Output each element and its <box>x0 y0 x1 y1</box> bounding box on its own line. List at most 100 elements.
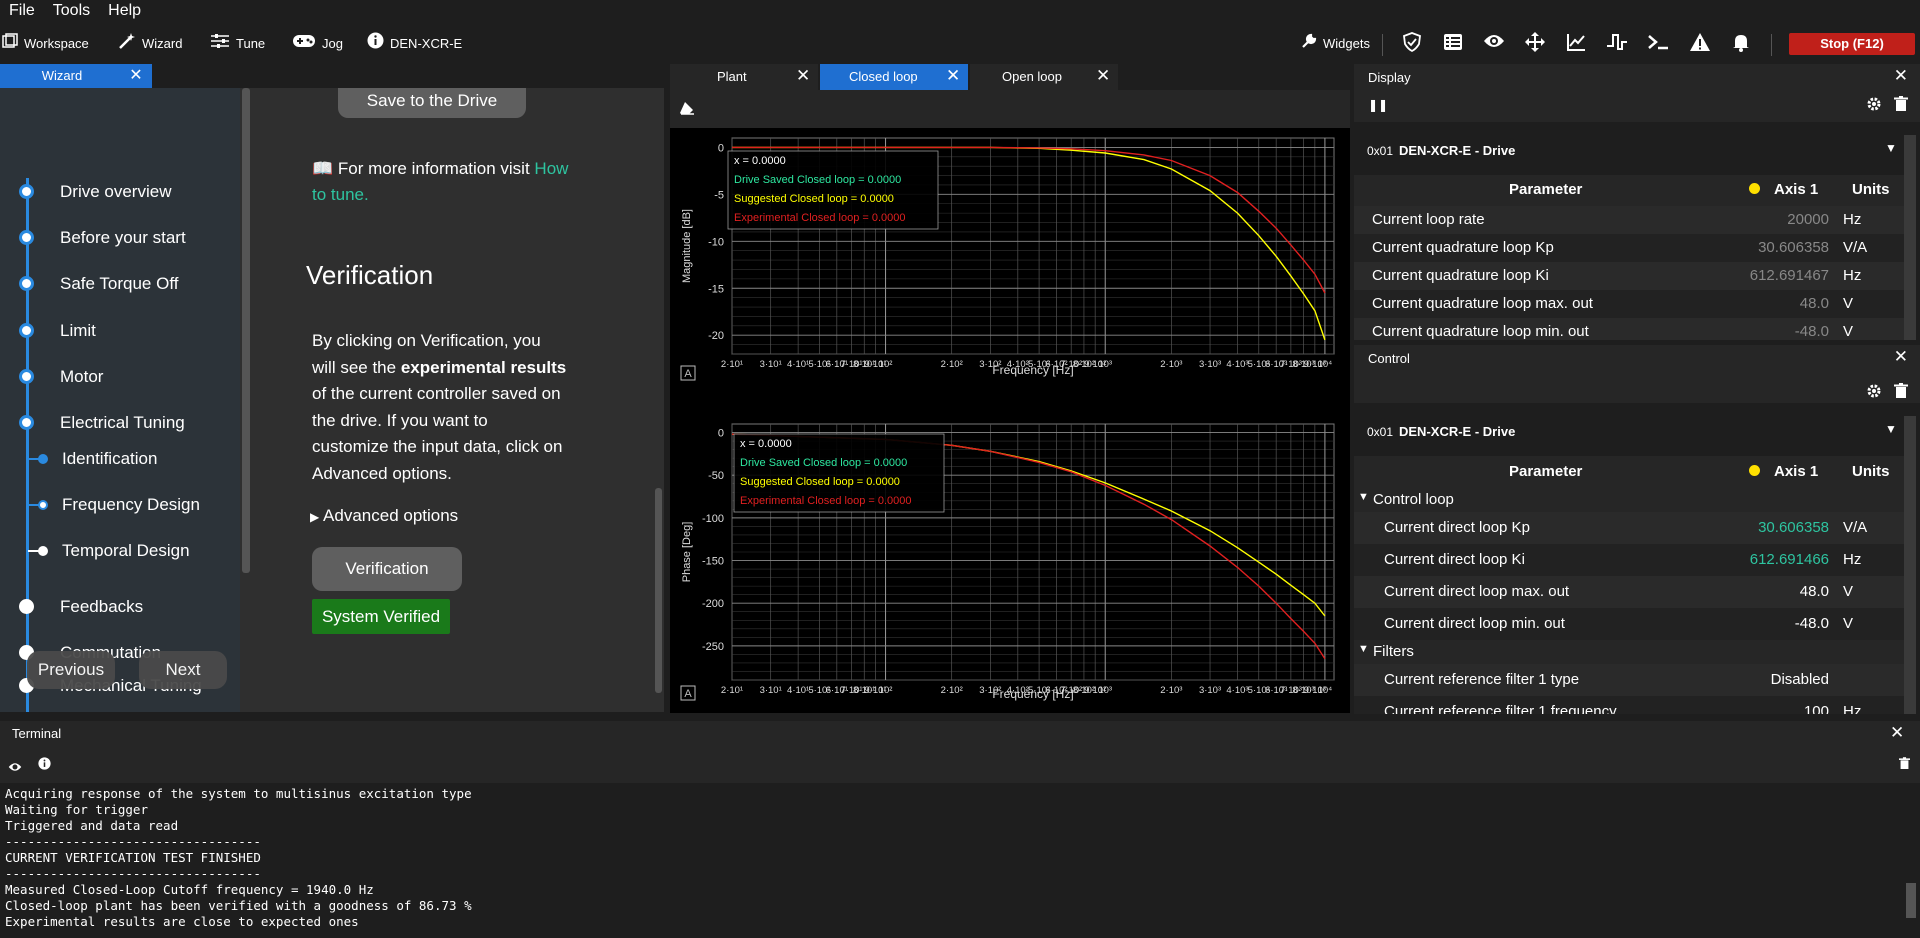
param-value-editable[interactable]: 48.0 <box>1800 583 1829 600</box>
close-icon[interactable]: ✕ <box>1890 723 1904 743</box>
param-value-editable[interactable]: 30.606358 <box>1758 519 1829 536</box>
table-row[interactable]: Current quadrature loop Ki 612.691467 Hz <box>1354 262 1904 290</box>
param-value-editable[interactable]: -48.0 <box>1795 615 1829 632</box>
step-before-start[interactable]: Before your start <box>0 222 240 252</box>
toolbar-separator <box>1382 34 1383 56</box>
table-row[interactable]: Current direct loop Kp 30.606358 V/A <box>1354 512 1904 544</box>
advanced-options-toggle[interactable]: ▶ Advanced options <box>310 506 458 526</box>
table-row[interactable]: Current direct loop max. out 48.0 V <box>1354 576 1904 608</box>
tune-button[interactable]: Tune <box>210 30 265 56</box>
tab-closed-loop[interactable]: Closed loop ✕ <box>820 64 968 90</box>
group-control-loop[interactable]: ▼ Control loop <box>1354 488 1904 512</box>
gamepad-icon <box>292 33 316 54</box>
widgets-button[interactable]: Widgets <box>1301 30 1370 56</box>
table-row[interactable]: Current quadrature loop min. out -48.0 V <box>1354 318 1904 340</box>
tab-open-loop[interactable]: Open loop ✕ <box>970 64 1118 90</box>
substep-identification[interactable]: Identification <box>0 443 240 473</box>
table-row[interactable]: Current direct loop Ki 612.691466 Hz <box>1354 544 1904 576</box>
magic-wand-icon <box>118 32 136 55</box>
close-icon[interactable]: ✕ <box>1894 66 1908 86</box>
step-label: Electrical Tuning <box>60 413 185 432</box>
col-axis: Axis 1 <box>1774 463 1819 480</box>
workspace-label: Workspace <box>24 35 89 51</box>
step-drive-overview[interactable]: Drive overview <box>0 176 240 206</box>
trash-icon[interactable] <box>1894 96 1908 117</box>
stop-button[interactable]: Stop (F12) <box>1789 33 1915 55</box>
trash-icon[interactable] <box>1894 383 1908 404</box>
close-icon[interactable]: ✕ <box>124 64 148 88</box>
table-row[interactable]: Current reference filter 1 frequency 100 H… <box>1354 696 1904 714</box>
close-icon[interactable]: ✕ <box>796 66 810 86</box>
menu-tools[interactable]: Tools <box>44 0 99 22</box>
trash-icon[interactable] <box>1899 757 1910 775</box>
param-value-editable[interactable]: Disabled <box>1771 671 1829 688</box>
gear-icon[interactable] <box>1866 96 1882 117</box>
move-arrows-icon[interactable] <box>1523 32 1547 56</box>
x-tick-label: 10³ <box>1098 359 1112 370</box>
pause-icon[interactable]: ❚❚ <box>1368 98 1388 112</box>
control-device-header[interactable]: 0x01 DEN-XCR-E - Drive ▼ <box>1354 416 1904 446</box>
wrench-icon <box>1301 33 1317 54</box>
device-button[interactable]: DEN-XCR-E <box>367 30 462 56</box>
steps-scrollbar[interactable] <box>242 88 250 573</box>
how-to-tune-link-cont[interactable]: to tune. <box>312 185 369 205</box>
workspace-button[interactable]: Workspace <box>2 30 89 56</box>
display-scrollbar[interactable] <box>1904 135 1916 340</box>
step-electrical-tuning[interactable]: Electrical Tuning <box>0 407 240 437</box>
table-row[interactable]: Current reference filter 1 type Disabled <box>1354 664 1904 696</box>
param-value-editable[interactable]: 100 <box>1804 703 1829 714</box>
device-name: DEN-XCR-E - Drive <box>1399 424 1516 439</box>
y-tick-label: -50 <box>708 470 724 482</box>
substep-dot <box>38 500 48 510</box>
display-device-header[interactable]: 0x01 DEN-XCR-E - Drive ▼ <box>1354 135 1904 165</box>
control-scrollbar[interactable] <box>1904 416 1916 714</box>
step-limit[interactable]: Limit <box>0 315 240 345</box>
warning-icon[interactable] <box>1688 32 1712 56</box>
eye-icon[interactable] <box>1482 32 1506 56</box>
close-icon[interactable]: ✕ <box>946 66 960 86</box>
save-to-drive-button[interactable]: Save to the Drive <box>338 88 526 118</box>
jog-button[interactable]: Jog <box>292 30 343 56</box>
how-to-tune-link[interactable]: How <box>534 159 568 178</box>
terminal-icon[interactable] <box>1646 32 1670 56</box>
shield-icon[interactable] <box>1400 32 1424 56</box>
close-icon[interactable]: ✕ <box>1894 347 1908 367</box>
menu-help[interactable]: Help <box>99 0 150 22</box>
close-icon[interactable]: ✕ <box>1096 66 1110 86</box>
y-tick-label: -250 <box>702 641 724 653</box>
eye-icon[interactable] <box>8 759 22 777</box>
bell-icon[interactable] <box>1729 32 1753 56</box>
verification-button[interactable]: Verification <box>312 547 462 591</box>
step-signal-icon[interactable] <box>1605 32 1629 56</box>
eraser-icon[interactable] <box>679 100 697 118</box>
step-safe-torque-off[interactable]: Safe Torque Off <box>0 268 240 298</box>
line-chart-icon[interactable] <box>1564 32 1588 56</box>
bode-plot-svg: 0-5-10-15-202·10¹ 3·10¹ 4·10¹ 5·10¹6·10¹7·1… <box>680 137 1335 701</box>
wizard-steps: Drive overview Before your start Safe To… <box>0 88 240 712</box>
step-motor[interactable]: Motor <box>0 361 240 391</box>
param-value-editable[interactable]: 612.691466 <box>1750 551 1829 568</box>
table-row[interactable]: Current direct loop min. out -48.0 V <box>1354 608 1904 640</box>
step-dot <box>19 276 34 291</box>
step-feedbacks[interactable]: Feedbacks <box>0 591 240 621</box>
content-scrollbar[interactable] <box>655 488 662 693</box>
table-row[interactable]: Current quadrature loop Kp 30.606358 V/A <box>1354 234 1904 262</box>
tab-plant[interactable]: Plant ✕ <box>670 64 818 90</box>
menu-file[interactable]: File <box>0 0 44 22</box>
register-table-icon[interactable] <box>1441 32 1465 56</box>
group-filters[interactable]: ▼ Filters <box>1354 640 1904 664</box>
next-button[interactable]: Next <box>139 651 227 689</box>
wizard-tab[interactable]: Wizard ✕ <box>0 64 152 88</box>
previous-button[interactable]: Previous <box>27 651 115 689</box>
substep-frequency-design[interactable]: Frequency Design <box>0 489 240 519</box>
gear-icon[interactable] <box>1866 383 1882 404</box>
terminal-scrollbar[interactable] <box>1906 883 1916 918</box>
substep-temporal-design[interactable]: Temporal Design <box>0 535 240 565</box>
wizard-button[interactable]: Wizard <box>118 30 182 56</box>
table-row[interactable]: Current loop rate 20000 Hz <box>1354 206 1904 234</box>
table-row[interactable]: Current quadrature loop max. out 48.0 V <box>1354 290 1904 318</box>
info-icon[interactable] <box>38 757 51 775</box>
legend-entry: Suggested Closed loop = 0.0000 <box>734 193 894 205</box>
group-label: Control loop <box>1373 491 1454 508</box>
terminal-line: Measured Closed-Loop Cutoff frequency = … <box>5 882 374 897</box>
